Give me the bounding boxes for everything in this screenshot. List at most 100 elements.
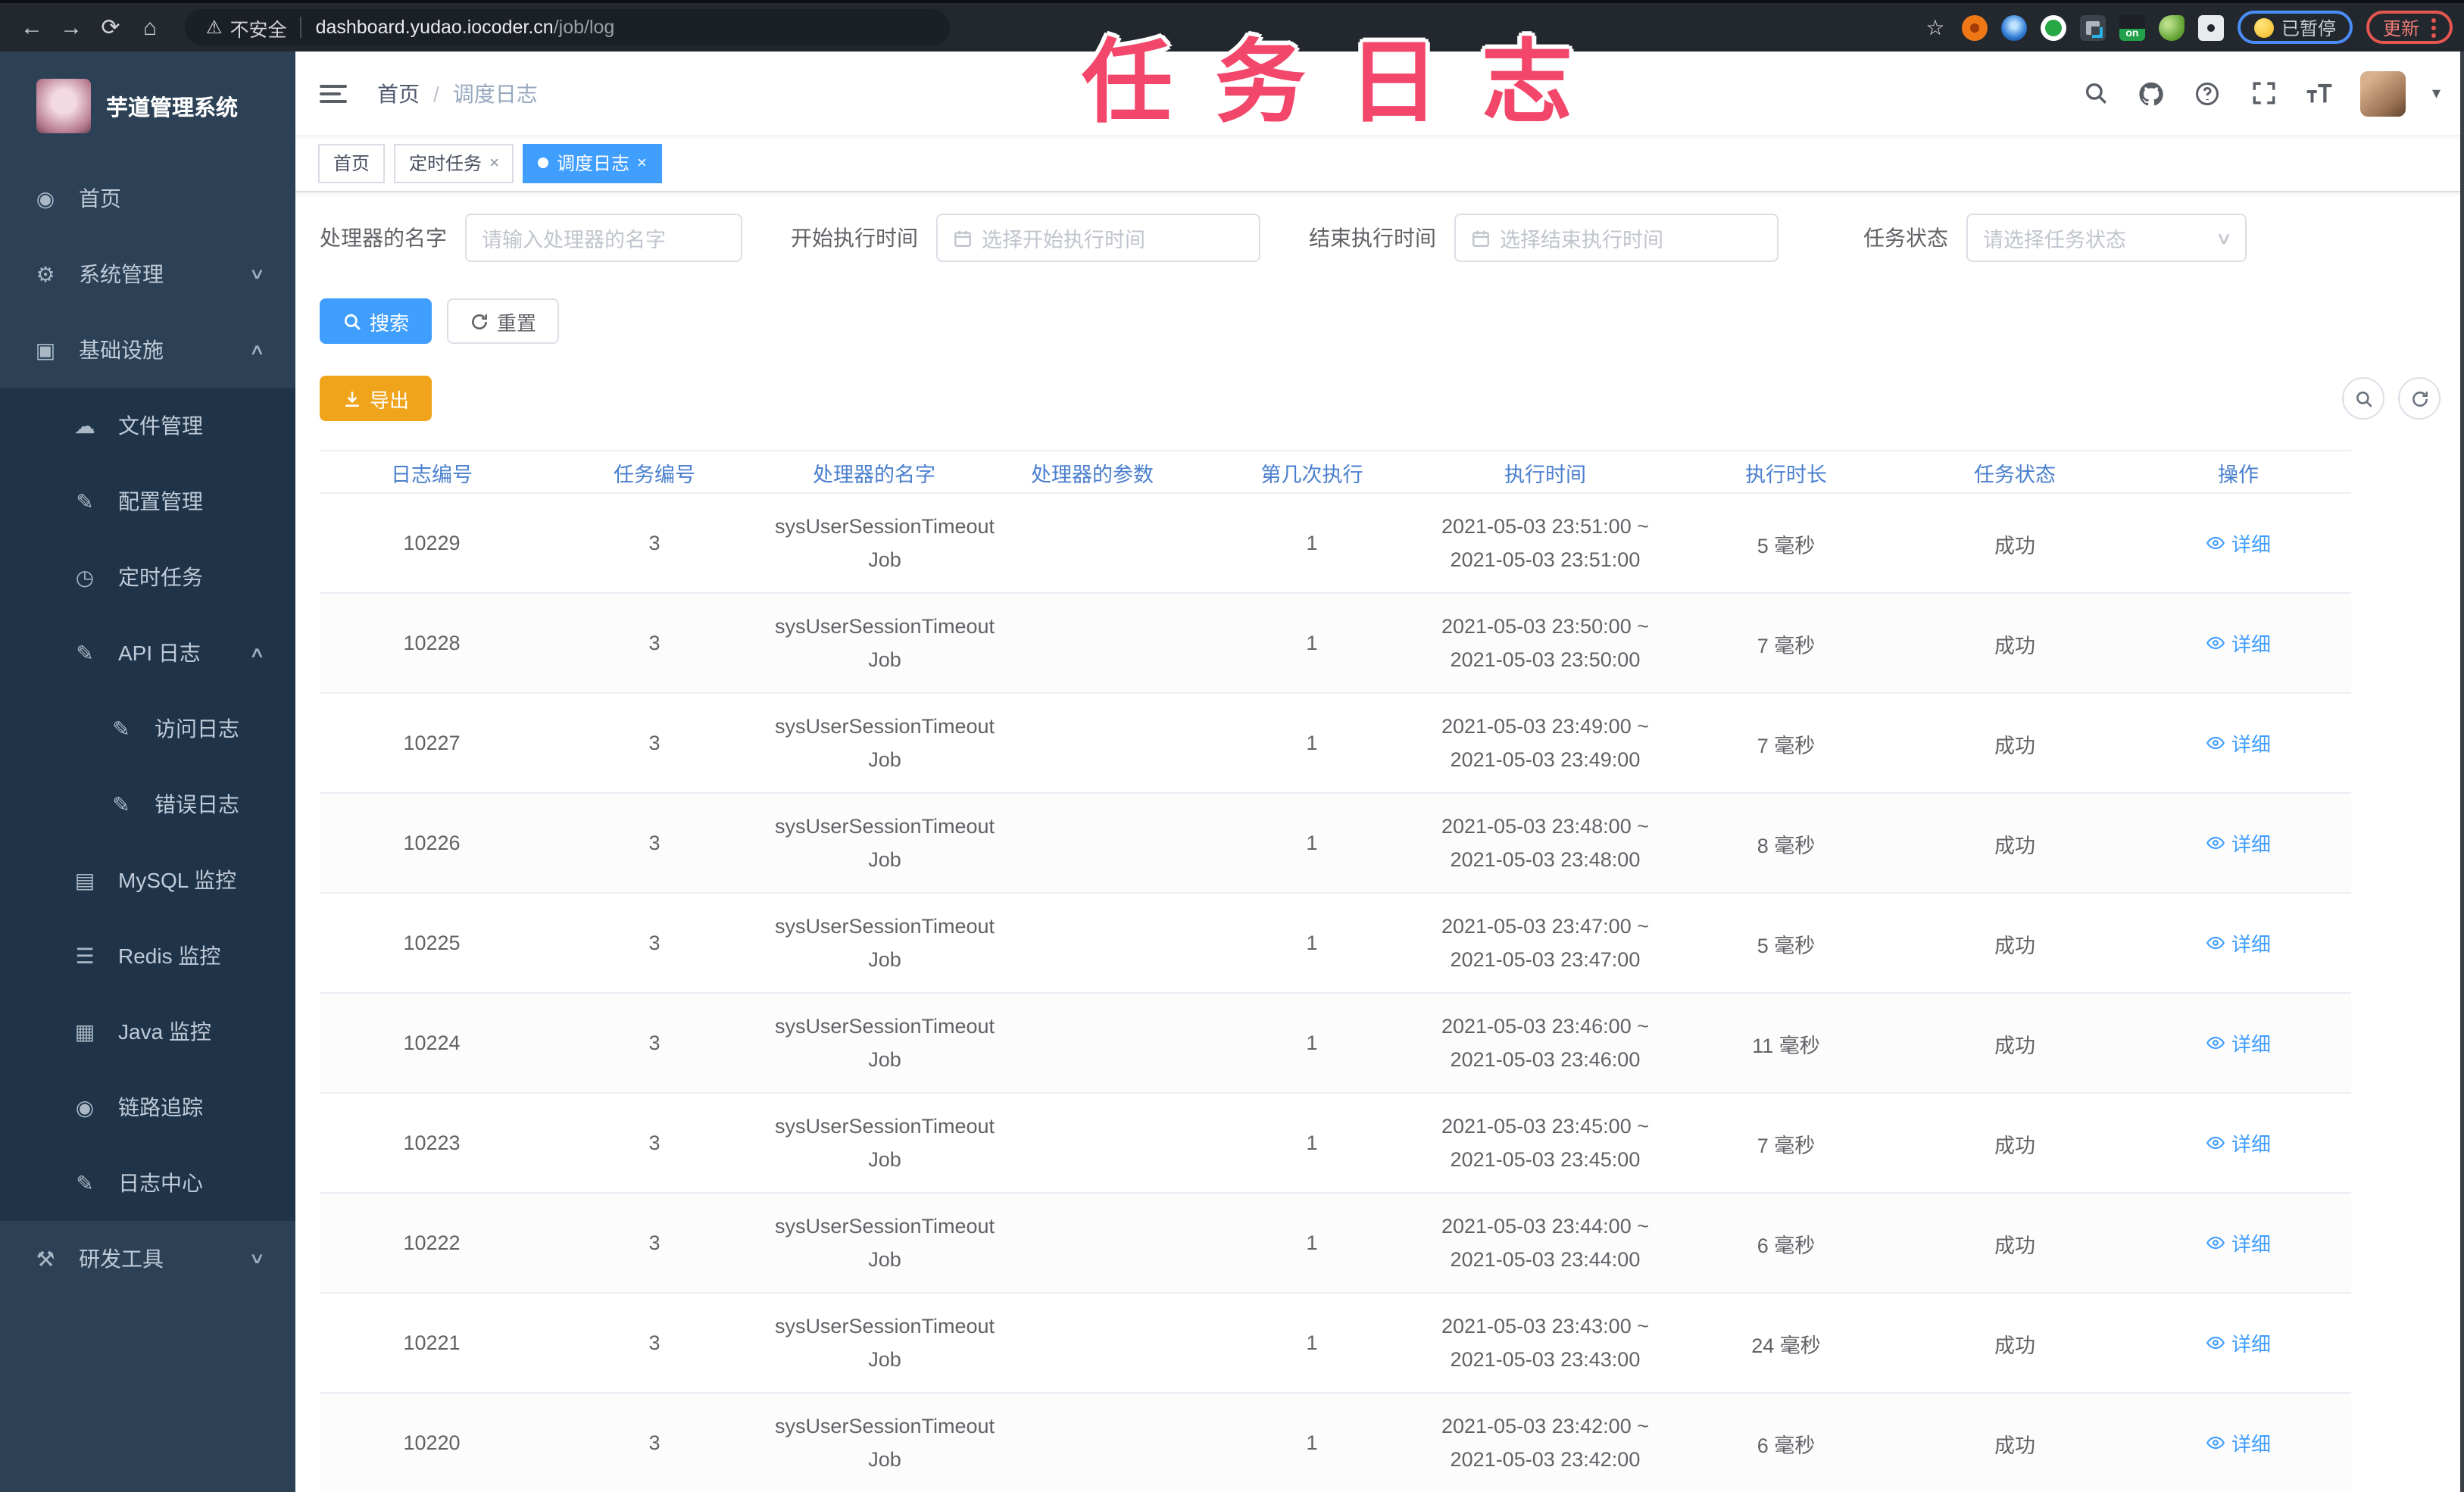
not-secure-label[interactable]: 不安全: [230, 13, 287, 42]
browser-menu-icon[interactable]: [2431, 17, 2436, 37]
export-button[interactable]: 导出: [320, 376, 433, 421]
detail-link[interactable]: 详细: [2206, 1028, 2271, 1057]
detail-link[interactable]: 详细: [2206, 829, 2271, 857]
paused-extension-chip[interactable]: 已暂停: [2237, 11, 2353, 44]
breadcrumb-home[interactable]: 首页: [377, 78, 420, 108]
sidebar-item-首页[interactable]: ◉ 首页: [0, 161, 295, 236]
browser-forward-button[interactable]: →: [52, 8, 91, 47]
sidebar-item-label: 配置管理: [118, 489, 203, 513]
sidebar-item-链路追踪[interactable]: ◉ 链路追踪: [0, 1069, 295, 1145]
search-button[interactable]: 搜索: [320, 298, 433, 344]
filter-group-任务状态: 任务状态 请选择任务状态 ∨: [1863, 214, 2247, 262]
tab-调度日志[interactable]: 调度日志 ×: [523, 143, 662, 183]
address-bar[interactable]: ⚠ 不安全 dashboard.yudao.iocoder.cn/job/log: [185, 9, 950, 45]
detail-link[interactable]: 详细: [2206, 629, 2271, 657]
app-logo-row[interactable]: 芋道管理系统: [0, 52, 295, 161]
eye-icon: [2206, 1433, 2225, 1453]
sidebar-item-研发工具[interactable]: ⚒ 研发工具 ∨: [0, 1221, 295, 1297]
table-row: 10228 3 sysUserSessionTimeoutJob 1 2021-05-0…: [320, 593, 2351, 694]
cell-status: 成功: [1904, 693, 2125, 794]
close-tab-icon[interactable]: ×: [489, 154, 499, 172]
sidebar-item-定时任务[interactable]: ◷ 定时任务: [0, 539, 295, 615]
cell-param: [983, 893, 1201, 994]
sidebar-item-日志中心[interactable]: ✎ 日志中心: [0, 1145, 295, 1221]
cell-exec-index: 1: [1201, 493, 1422, 594]
window-scrollbar-track[interactable]: [2460, 52, 2464, 1492]
browser-extensions-area: ☆ on 已暂停 更新: [1922, 11, 2453, 44]
exec-time-range: 2021-05-03 23:45:00 ~ 2021-05-03 23:45:00: [1429, 1110, 1662, 1176]
task-status-select[interactable]: 请选择任务状态 ∨: [1966, 214, 2247, 262]
url-host[interactable]: dashboard.yudao.iocoder.cn: [316, 17, 554, 38]
exec-time-range: 2021-05-03 23:44:00 ~ 2021-05-03 23:44:00: [1429, 1210, 1662, 1276]
fullscreen-icon[interactable]: [2249, 78, 2279, 108]
cell-param: [983, 1293, 1201, 1394]
detail-link[interactable]: 详细: [2206, 529, 2271, 557]
cell-param: [983, 1393, 1201, 1492]
detail-link[interactable]: 详细: [2206, 1428, 2271, 1457]
hamburger-menu-icon[interactable]: [320, 78, 350, 108]
filter-input-开始执行时间[interactable]: 选择开始执行时间: [936, 214, 1260, 262]
cell-param: [983, 1193, 1201, 1294]
cell-exec-index: 1: [1201, 1393, 1422, 1492]
sidebar-item-API-日志[interactable]: ✎ API 日志 ∧: [0, 615, 295, 691]
sidebar-item-文件管理[interactable]: ☁ 文件管理: [0, 388, 295, 464]
handler-name: sysUserSessionTimeoutJob: [774, 1114, 995, 1170]
tab-定时任务[interactable]: 定时任务 ×: [394, 143, 514, 183]
browser-reload-button[interactable]: ⟳: [91, 8, 130, 47]
cell-handler: sysUserSessionTimeoutJob: [765, 893, 995, 994]
github-icon[interactable]: [2137, 78, 2167, 108]
user-avatar[interactable]: [2360, 70, 2406, 116]
exec-time-end: 2021-05-03 23:46:00: [1450, 1047, 1641, 1070]
extensions-puzzle-icon[interactable]: [2197, 14, 2224, 40]
search-icon[interactable]: [2081, 78, 2111, 108]
extension-icon-on-badge[interactable]: on: [2119, 14, 2145, 40]
sidebar-item-错误日志[interactable]: ✎ 错误日志: [0, 766, 295, 842]
cell-actions: 详细: [2125, 1293, 2351, 1394]
extension-icon-blue[interactable]: [2000, 14, 2027, 40]
extension-icon-leaf[interactable]: [2158, 14, 2184, 40]
sidebar-item-访问日志[interactable]: ✎ 访问日志: [0, 691, 295, 766]
column-header-处理器的参数: 处理器的参数: [983, 450, 1201, 494]
exec-time-range: 2021-05-03 23:48:00 ~ 2021-05-03 23:48:00: [1429, 810, 1662, 876]
detail-link[interactable]: 详细: [2206, 929, 2271, 957]
input-placeholder: 选择开始执行时间: [982, 229, 1145, 251]
detail-link[interactable]: 详细: [2206, 1328, 2271, 1357]
exec-time-start: 2021-05-03 23:50:00 ~: [1441, 614, 1649, 637]
extension-icon-orange[interactable]: [1961, 14, 1988, 40]
browser-back-button[interactable]: ←: [12, 8, 52, 47]
filter-input-处理器的名字[interactable]: 请输入处理器的名字: [465, 214, 742, 262]
exec-time-range: 2021-05-03 23:49:00 ~ 2021-05-03 23:49:00: [1429, 710, 1662, 776]
show-search-toggle-button[interactable]: [2342, 377, 2384, 420]
sidebar-item-label: 基础设施: [79, 338, 164, 362]
sidebar-item-配置管理[interactable]: ✎ 配置管理: [0, 464, 295, 539]
exec-time-start: 2021-05-03 23:43:00 ~: [1441, 1314, 1649, 1337]
sidebar-item-基础设施[interactable]: ▣ 基础设施 ∧: [0, 312, 295, 388]
cell-status: 成功: [1904, 1193, 2125, 1294]
detail-link[interactable]: 详细: [2206, 729, 2271, 757]
extension-icon-grid[interactable]: [2079, 14, 2106, 40]
font-size-icon[interactable]: [2305, 78, 2335, 108]
browser-home-button[interactable]: ⌂: [130, 8, 170, 47]
avatar-dropdown-caret-icon[interactable]: ▾: [2432, 83, 2441, 103]
filter-input-结束执行时间[interactable]: 选择结束执行时间: [1454, 214, 1779, 262]
help-icon[interactable]: [2193, 78, 2223, 108]
reset-button[interactable]: 重置: [447, 298, 560, 344]
detail-link[interactable]: 详细: [2206, 1128, 2271, 1157]
tab-首页[interactable]: 首页: [318, 143, 386, 183]
exec-time-range: 2021-05-03 23:51:00 ~ 2021-05-03 23:51:00: [1429, 510, 1662, 576]
sidebar-item-系统管理[interactable]: ⚙ 系统管理 ∨: [0, 236, 295, 312]
bookmark-star-icon[interactable]: ☆: [1922, 14, 1948, 40]
handler-name: sysUserSessionTimeoutJob: [774, 1414, 995, 1470]
sidebar-item-Redis-监控[interactable]: ☰ Redis 监控: [0, 918, 295, 994]
table-row: 10224 3 sysUserSessionTimeoutJob 1 2021-05-0…: [320, 993, 2351, 1094]
detail-link[interactable]: 详细: [2206, 1228, 2271, 1257]
handler-name: sysUserSessionTimeoutJob: [774, 514, 995, 570]
close-tab-icon[interactable]: ×: [637, 154, 647, 172]
browser-update-button[interactable]: 更新: [2366, 11, 2453, 44]
sidebar-item-MySQL-监控[interactable]: ▤ MySQL 监控: [0, 842, 295, 918]
sidebar-item-Java-监控[interactable]: ▦ Java 监控: [0, 994, 295, 1069]
extension-icon-green-circle[interactable]: [2040, 14, 2066, 40]
eye-icon: [2206, 533, 2225, 553]
cell-handler: sysUserSessionTimeoutJob: [765, 593, 995, 694]
refresh-table-button[interactable]: [2398, 377, 2441, 420]
